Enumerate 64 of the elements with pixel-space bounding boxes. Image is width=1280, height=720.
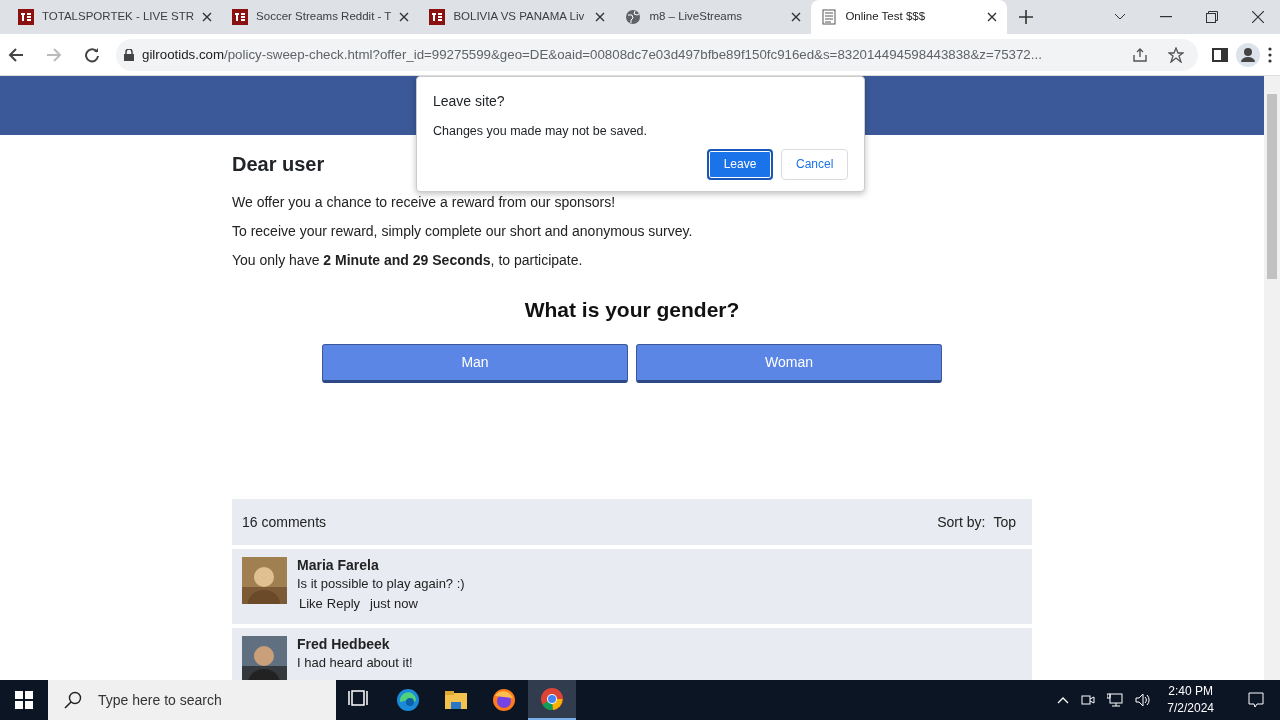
star-icon[interactable]	[1168, 46, 1184, 63]
browser-icon	[396, 688, 420, 712]
comment-text: Is it possible to play again? :)	[297, 575, 465, 592]
camera-icon[interactable]	[1081, 693, 1096, 707]
chevron-up-icon[interactable]	[1057, 696, 1070, 704]
chevron-down-icon[interactable]	[1114, 13, 1126, 21]
close-icon[interactable]	[202, 12, 213, 22]
minimize-icon[interactable]	[1160, 16, 1172, 18]
answer-button[interactable]: Woman	[636, 344, 942, 383]
lock-icon	[124, 48, 134, 61]
comment-action-link[interactable]: Like	[299, 594, 323, 614]
paragraph: We offer you a chance to receive a reward from our sponsors!	[232, 193, 616, 212]
comment-author[interactable]: Fred Hedbeek	[297, 636, 413, 652]
share-icon[interactable]	[1132, 46, 1148, 63]
comment-time: just now	[370, 595, 418, 613]
restore-icon[interactable]	[1206, 11, 1218, 23]
search-icon	[64, 691, 82, 709]
folder-icon	[444, 688, 468, 712]
taskbar-search-field[interactable]: Type here to search	[48, 680, 336, 720]
close-icon[interactable]	[399, 12, 410, 22]
browser-icon	[492, 688, 516, 712]
taskbar-app[interactable]	[528, 680, 576, 720]
browser-icon	[540, 687, 564, 711]
page-heading: Dear user	[232, 152, 325, 176]
comment-count: 16 comments	[242, 512, 327, 532]
network-icon[interactable]	[1107, 693, 1124, 707]
profile-icon[interactable]	[1236, 42, 1260, 67]
volume-icon[interactable]	[1135, 693, 1152, 707]
notification-icon[interactable]	[1248, 692, 1264, 708]
side-panel-icon[interactable]	[1212, 46, 1228, 63]
taskbar-clock[interactable]: 2:40 PM 7/2/2024	[1167, 683, 1214, 717]
back-icon[interactable]	[8, 46, 24, 63]
paragraph: You only have 2 Minute and 29 Seconds, to participate.	[232, 251, 583, 270]
reload-icon[interactable]	[84, 46, 100, 63]
browser-tab[interactable]: BOLIVIA VS PANAMA Liv	[419, 0, 616, 34]
dialog-message: Changes you made may not be saved.	[433, 123, 648, 140]
scrollbar[interactable]	[1264, 76, 1280, 680]
browser-tab[interactable]: m8 – LiveStreams	[615, 0, 812, 34]
sort-option[interactable]: Top	[993, 511, 1016, 533]
comment-action-link[interactable]: Reply	[326, 594, 361, 614]
dialog-title: Leave site?	[433, 92, 505, 111]
close-icon[interactable]	[791, 12, 802, 22]
browser-tab[interactable]: Soccer Streams Reddit - T	[222, 0, 420, 34]
globe-icon	[625, 9, 642, 25]
sort-label: Sort by:	[937, 512, 986, 532]
dialog-button[interactable]: Leave	[707, 148, 773, 180]
browser-tab[interactable]: TOTALSPORTEK - LIVE STR	[8, 0, 223, 34]
answer-button[interactable]: Man	[322, 344, 628, 383]
new-tab-icon[interactable]	[1019, 10, 1034, 24]
paragraph: To receive your reward, simply complete our short and anonymous survey.	[232, 222, 693, 241]
dialog-button[interactable]: Cancel	[781, 148, 848, 180]
document-icon	[821, 9, 838, 25]
browser-tab[interactable]: Online Test $$$	[811, 0, 1008, 34]
close-icon[interactable]	[987, 12, 998, 22]
comment-author[interactable]: Maria Farela	[297, 557, 465, 573]
site-logo-icon	[18, 9, 34, 25]
site-logo-icon	[232, 9, 249, 25]
close-icon[interactable]	[595, 12, 606, 22]
close-icon[interactable]	[1252, 11, 1264, 23]
more-icon[interactable]	[1268, 46, 1272, 63]
windows-start-icon[interactable]	[15, 691, 33, 709]
question-heading: What is your gender?	[524, 298, 740, 322]
site-logo-icon	[429, 9, 446, 25]
comment-text: I had heard about it!	[297, 654, 413, 671]
